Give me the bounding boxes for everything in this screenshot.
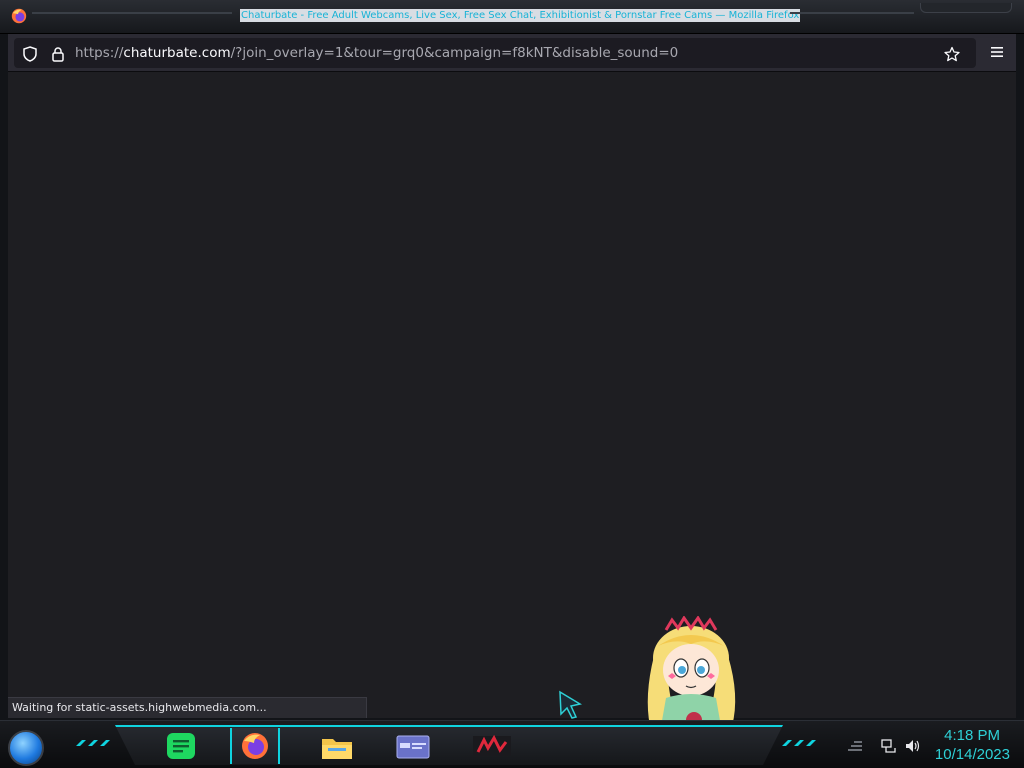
- taskbar-app-firefox[interactable]: [230, 728, 280, 764]
- desktop-screen: Chaturbate - Free Adult Webcams, Live Se…: [0, 0, 1024, 768]
- show-hidden-icons-icon[interactable]: [846, 738, 864, 754]
- notes-app-icon: [167, 733, 195, 759]
- titlebar-divider: [32, 12, 232, 14]
- app-window-icon: [396, 735, 430, 759]
- media-app-icon: [473, 734, 511, 756]
- bookmark-star-icon[interactable]: [944, 46, 960, 62]
- window-caption-buttons[interactable]: [920, 3, 1012, 13]
- mouse-cursor-icon: [559, 690, 582, 719]
- url-path: /?join_overlay=1&tour=grq0&campaign=f8kN…: [230, 45, 679, 61]
- taskbar-app-media[interactable]: [466, 728, 516, 764]
- url-bar[interactable]: https://chaturbate.com/?join_overlay=1&t…: [14, 38, 976, 68]
- url-host: chaturbate.com: [123, 45, 231, 61]
- volume-icon[interactable]: [904, 738, 922, 754]
- browser-navbar: https://chaturbate.com/?join_overlay=1&t…: [8, 34, 1016, 72]
- firefox-icon: [11, 8, 27, 24]
- folder-icon: [322, 739, 352, 759]
- url-prefix: https://: [75, 45, 124, 61]
- menu-icon[interactable]: [990, 45, 1004, 59]
- clock-time[interactable]: 4:18 PM: [944, 727, 1000, 744]
- start-button[interactable]: [8, 730, 44, 766]
- window-titlebar[interactable]: Chaturbate - Free Adult Webcams, Live Se…: [0, 0, 1024, 34]
- taskbar-app-strip: [115, 725, 783, 765]
- desktop-mascot-image: [647, 616, 736, 732]
- taskbar-app-spotify[interactable]: [156, 728, 206, 764]
- shield-icon[interactable]: [22, 46, 38, 62]
- taskbar-app-file-explorer[interactable]: [312, 728, 362, 764]
- page-content[interactable]: [8, 72, 1016, 718]
- titlebar-divider: [790, 12, 914, 14]
- url-text[interactable]: https://chaturbate.com/?join_overlay=1&t…: [75, 45, 678, 61]
- taskbar-decoration-icon: [76, 740, 110, 746]
- clock-date[interactable]: 10/14/2023: [935, 746, 1010, 763]
- taskbar-decoration-icon: [782, 740, 816, 746]
- firefox-icon: [242, 733, 268, 759]
- network-icon[interactable]: [880, 738, 898, 754]
- lock-icon[interactable]: [50, 46, 66, 62]
- window-title: Chaturbate - Free Adult Webcams, Live Se…: [240, 9, 801, 22]
- taskbar-app-window[interactable]: [388, 728, 438, 764]
- status-bar: Waiting for static-assets.highwebmedia.c…: [8, 697, 367, 718]
